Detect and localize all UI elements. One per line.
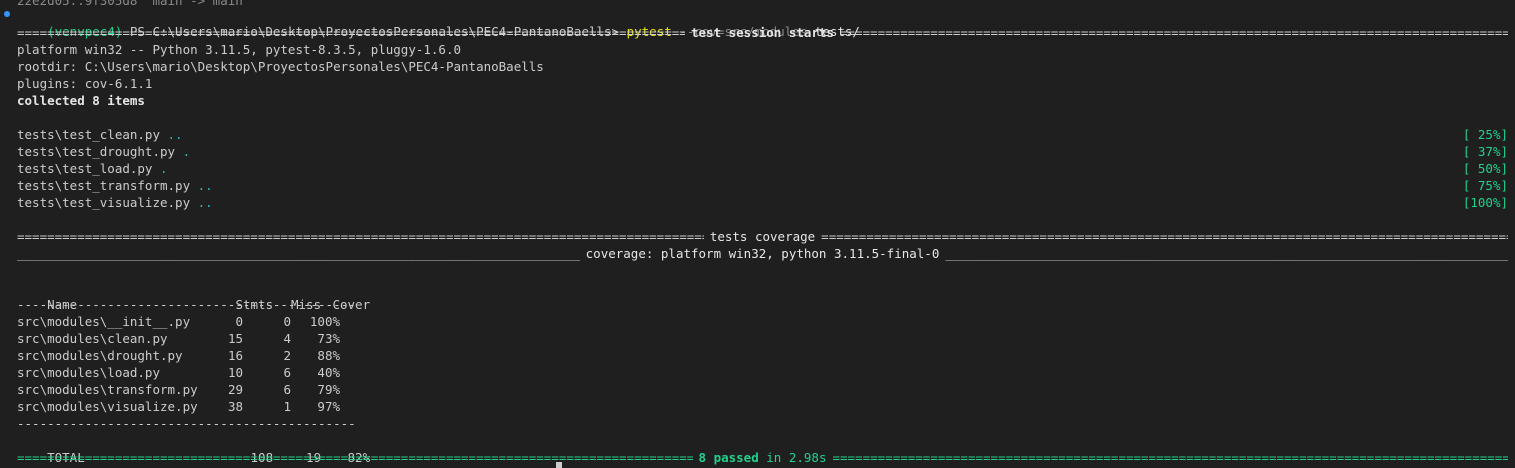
test-file: tests\test_clean.py xyxy=(17,127,160,142)
test-file: tests\test_transform.py xyxy=(17,178,191,193)
coverage-subtitle: coverage: platform win32, python 3.11.5-… xyxy=(585,246,940,261)
coverage-row: src\modules\visualize.py 38 1 97% xyxy=(17,398,340,415)
test-dots: . xyxy=(182,144,191,159)
rule-left xyxy=(17,245,580,262)
coverage-subheader-rule: coverage: platform win32, python 3.11.5-… xyxy=(17,245,1508,262)
terminal-cursor xyxy=(556,462,562,468)
test-progress-pct: [ 37%] xyxy=(1462,144,1508,159)
prompt-line: (venvpec4) PS C:\Users\mario\Desktop\Pro… xyxy=(17,6,860,39)
rule-right xyxy=(821,228,1508,245)
coverage-header-rule: tests coverage xyxy=(17,228,1508,245)
cov-cover: 73% xyxy=(317,331,340,346)
terminal-panel[interactable]: 22e2d05..9f305d8 main -> main (venvpec4)… xyxy=(0,0,1515,468)
rule-right xyxy=(832,449,1508,466)
cov-module-name: src\modules\transform.py xyxy=(17,382,198,397)
coverage-row: src\modules\transform.py 29 6 79% xyxy=(17,381,340,398)
coverage-title: tests coverage xyxy=(709,229,816,244)
coverage-row: src\modules\drought.py 16 2 88% xyxy=(17,347,340,364)
collected-line: collected 8 items xyxy=(17,93,145,108)
plugins-line: plugins: cov-6.1.1 xyxy=(17,76,153,91)
cov-miss: 2 xyxy=(283,348,291,363)
cov-cover: 40% xyxy=(317,365,340,380)
cov-module-name: src\modules\drought.py xyxy=(17,348,183,363)
cov-module-name: src\modules\load.py xyxy=(17,365,160,380)
test-result-row: tests\test_clean.py .. xyxy=(17,126,183,143)
cov-cover: 100% xyxy=(309,314,340,329)
rule-left xyxy=(17,24,685,41)
cov-cover: 97% xyxy=(317,399,340,414)
cov-stmts: 0 xyxy=(235,314,243,329)
test-dots: .. xyxy=(197,178,213,193)
coverage-total-row: TOTAL 108 19 82% xyxy=(17,432,370,465)
test-progress-pct: [ 25%] xyxy=(1462,127,1508,142)
rootdir-line: rootdir: C:\Users\mario\Desktop\Proyecto… xyxy=(17,59,544,74)
cov-stmts: 38 xyxy=(227,399,243,414)
session-header-rule: test session starts xyxy=(17,24,1508,41)
summary-text: 8 passed in 2.98s xyxy=(699,449,827,466)
test-file: tests\test_drought.py xyxy=(17,144,176,159)
cov-stmts: 29 xyxy=(227,382,243,397)
elapsed-time: in 2.98s xyxy=(766,450,827,465)
cov-cover: 79% xyxy=(317,382,340,397)
test-progress-pct: [100%] xyxy=(1462,195,1508,210)
test-file: tests\test_visualize.py xyxy=(17,195,191,210)
passed-count: 8 passed xyxy=(698,450,759,465)
cov-module-name: src\modules\__init__.py xyxy=(17,314,191,329)
coverage-row: src\modules\__init__.py 0 0 100% xyxy=(17,313,340,330)
cov-module-name: src\modules\clean.py xyxy=(17,331,168,346)
coverage-row: src\modules\load.py 10 6 40% xyxy=(17,364,340,381)
platform-line: platform win32 -- Python 3.11.5, pytest-… xyxy=(17,42,462,57)
rule-right xyxy=(840,24,1508,41)
coverage-row: src\modules\clean.py 15 4 73% xyxy=(17,330,340,347)
test-file: tests\test_load.py xyxy=(17,161,153,176)
cov-miss: 4 xyxy=(283,331,291,346)
rule-right xyxy=(945,245,1508,262)
test-progress-pct: [ 75%] xyxy=(1462,178,1508,193)
rule-left xyxy=(17,228,704,245)
cov-stmts: 15 xyxy=(227,331,243,346)
coverage-table-header: Name Stmts Miss Cover xyxy=(17,279,370,312)
test-progress-pct: [ 50%] xyxy=(1462,161,1508,176)
cov-stmts: 16 xyxy=(227,348,243,363)
cov-miss: 0 xyxy=(283,314,291,329)
test-dots: . xyxy=(160,161,168,176)
test-result-row: tests\test_load.py . xyxy=(17,160,168,177)
cov-miss: 6 xyxy=(283,382,291,397)
summary-rule: 8 passed in 2.98s xyxy=(17,449,1508,466)
coverage-separator-bottom: ----------------------------------------… xyxy=(17,416,356,431)
test-dots: .. xyxy=(167,127,183,142)
cov-stmts: 10 xyxy=(227,365,243,380)
test-result-row: tests\test_transform.py .. xyxy=(17,177,213,194)
test-dots: .. xyxy=(197,195,213,210)
test-result-row: tests\test_drought.py . xyxy=(17,143,190,160)
test-result-row: tests\test_visualize.py .. xyxy=(17,194,213,211)
coverage-separator: ----------------------------------------… xyxy=(17,297,356,312)
cov-module-name: src\modules\visualize.py xyxy=(17,399,198,414)
cov-cover: 88% xyxy=(317,348,340,363)
prompt-status-icon xyxy=(4,11,10,17)
session-title: test session starts xyxy=(691,25,834,40)
cov-miss: 6 xyxy=(283,365,291,380)
rule-left xyxy=(17,449,693,466)
cov-miss: 1 xyxy=(283,399,291,414)
